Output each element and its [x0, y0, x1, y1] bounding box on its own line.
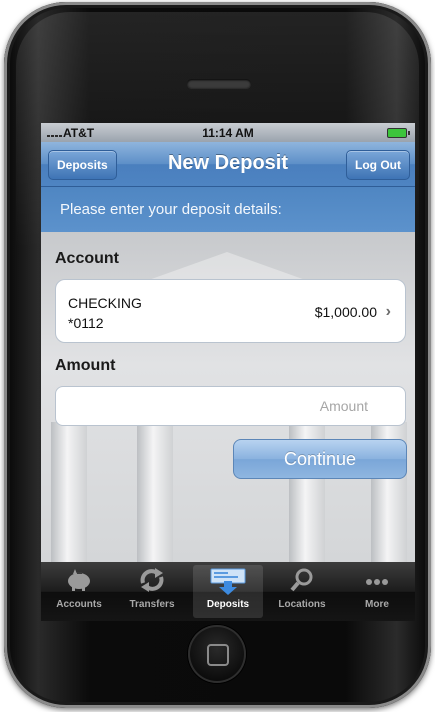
- account-selector[interactable]: CHECKING *0112 $1,000.00 ›: [55, 279, 406, 343]
- piggy-bank-icon: [44, 567, 114, 595]
- account-balance: $1,000.00: [314, 304, 377, 320]
- instruction-text: Please enter your deposit details:: [41, 187, 415, 232]
- bank-column-decoration: [137, 422, 173, 562]
- tab-transfers[interactable]: Transfers: [117, 565, 187, 618]
- earpiece-speaker: [187, 79, 251, 88]
- tab-bar: Accounts Transfers Deposits Locations Mo…: [41, 562, 415, 621]
- more-dots-icon: [342, 567, 412, 595]
- chevron-right-icon: ›: [385, 303, 391, 320]
- account-section-label: Account: [55, 250, 119, 267]
- navigation-bar: Deposits New Deposit Log Out: [41, 142, 415, 187]
- tab-label: Accounts: [56, 599, 102, 610]
- status-bar: AT&T 11:14 AM: [41, 123, 415, 142]
- search-icon: [267, 567, 337, 595]
- log-out-button[interactable]: Log Out: [346, 150, 410, 180]
- tab-accounts[interactable]: Accounts: [44, 565, 114, 618]
- phone-screen: AT&T 11:14 AM Deposits New Deposit Log O…: [41, 123, 415, 621]
- home-square-icon: [207, 644, 229, 666]
- tab-locations[interactable]: Locations: [267, 565, 337, 618]
- account-name: CHECKING: [68, 295, 142, 311]
- tab-more[interactable]: More: [342, 565, 412, 618]
- amount-section-label: Amount: [55, 357, 116, 374]
- battery-icon: [387, 128, 410, 138]
- amount-input[interactable]: [55, 386, 406, 426]
- tab-label: Locations: [278, 599, 326, 610]
- bank-column-decoration: [51, 422, 87, 562]
- check-deposit-icon: [193, 567, 263, 595]
- phone-frame: AT&T 11:14 AM Deposits New Deposit Log O…: [4, 2, 431, 708]
- home-button[interactable]: [188, 625, 246, 683]
- tab-label: Deposits: [206, 599, 250, 610]
- tab-deposits[interactable]: Deposits: [193, 565, 263, 618]
- continue-button[interactable]: Continue: [233, 439, 407, 479]
- transfer-arrows-icon: [117, 567, 187, 595]
- account-number: *0112: [68, 315, 104, 331]
- tab-label: More: [365, 599, 389, 610]
- status-clock: 11:14 AM: [202, 126, 254, 140]
- tab-label: Transfers: [129, 599, 175, 610]
